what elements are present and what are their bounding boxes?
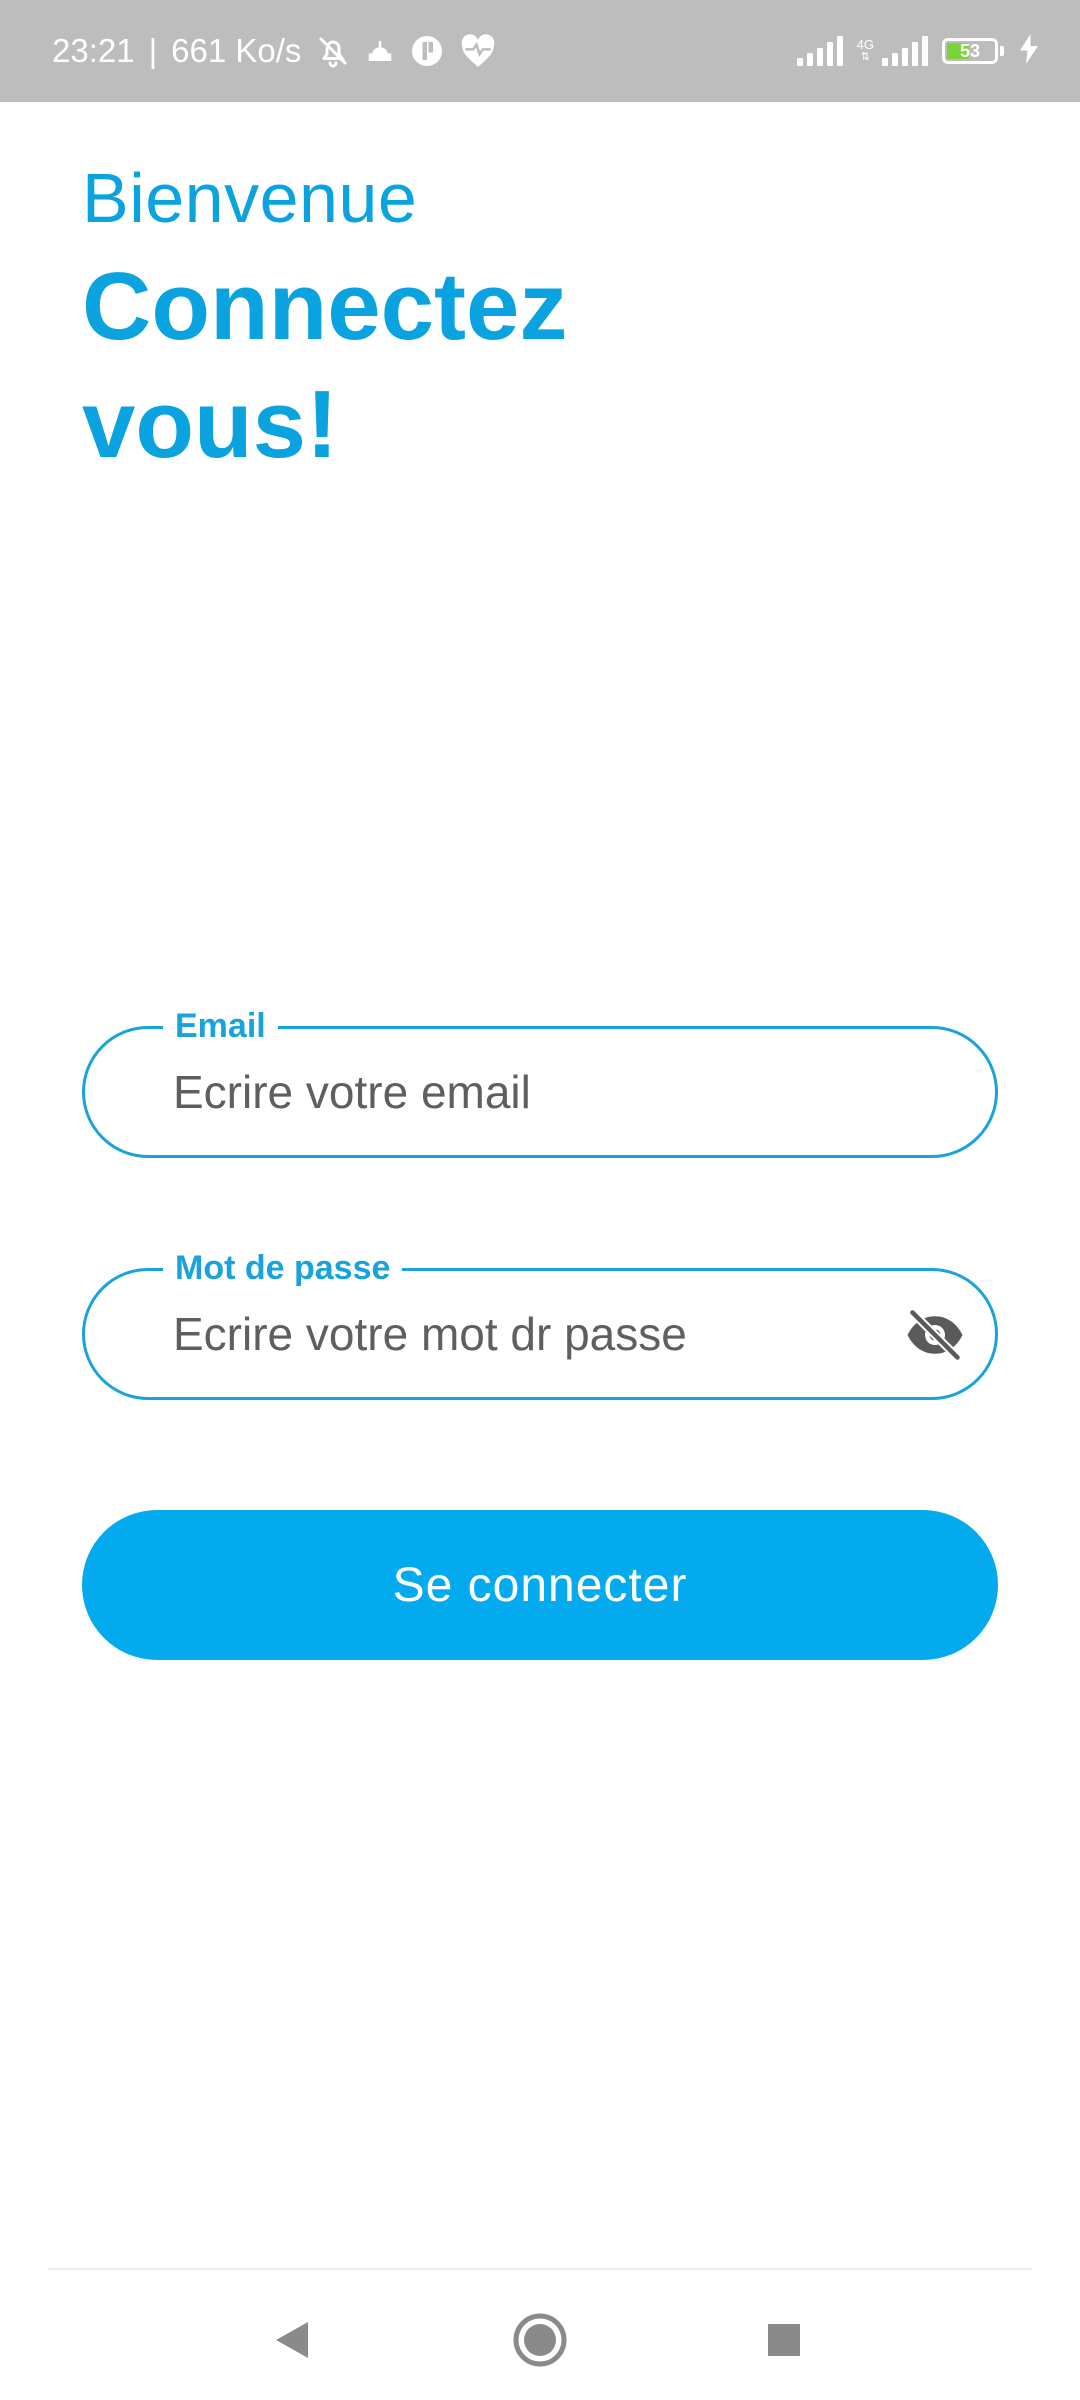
- email-input[interactable]: [173, 1029, 873, 1155]
- status-time: 23:21: [52, 32, 135, 69]
- status-bar: 23:21 | 661 Ko/s 4G ⇅ 53: [0, 0, 1080, 102]
- signal-4g-icon: [882, 36, 928, 66]
- login-screen: 23:21 | 661 Ko/s 4G ⇅ 53 Bienvenue Conne…: [0, 0, 1080, 2400]
- login-button[interactable]: Se connecter: [82, 1510, 998, 1660]
- page-title: Connectez vous!: [82, 253, 568, 478]
- mute-bell-icon: [315, 33, 351, 69]
- status-network-speed: 661 Ko/s: [171, 32, 302, 69]
- circle-app-icon: [409, 33, 445, 69]
- signal-icon: [796, 36, 843, 66]
- status-right: 4G ⇅ 53: [796, 0, 1040, 102]
- battery-icon: 53: [942, 38, 998, 64]
- battery-level: 53: [959, 40, 981, 61]
- mosque-icon: [365, 36, 395, 66]
- back-icon[interactable]: [262, 2310, 322, 2370]
- heart-pulse-icon: [459, 33, 497, 69]
- navigation-bar: [0, 2270, 1080, 2400]
- home-icon[interactable]: [510, 2310, 570, 2370]
- eye-off-icon[interactable]: [905, 1309, 965, 1361]
- charging-icon: [1018, 33, 1040, 69]
- status-separator: |: [148, 32, 158, 69]
- password-input[interactable]: [173, 1271, 853, 1397]
- email-field[interactable]: Email: [82, 1003, 998, 1158]
- recents-icon[interactable]: [754, 2310, 814, 2370]
- battery-tip: [1000, 46, 1004, 56]
- password-field[interactable]: Mot de passe: [82, 1245, 998, 1400]
- status-left: 23:21 | 661 Ko/s: [52, 0, 497, 102]
- welcome-text: Bienvenue: [82, 159, 418, 237]
- network-type-label: 4G ⇅: [856, 37, 874, 63]
